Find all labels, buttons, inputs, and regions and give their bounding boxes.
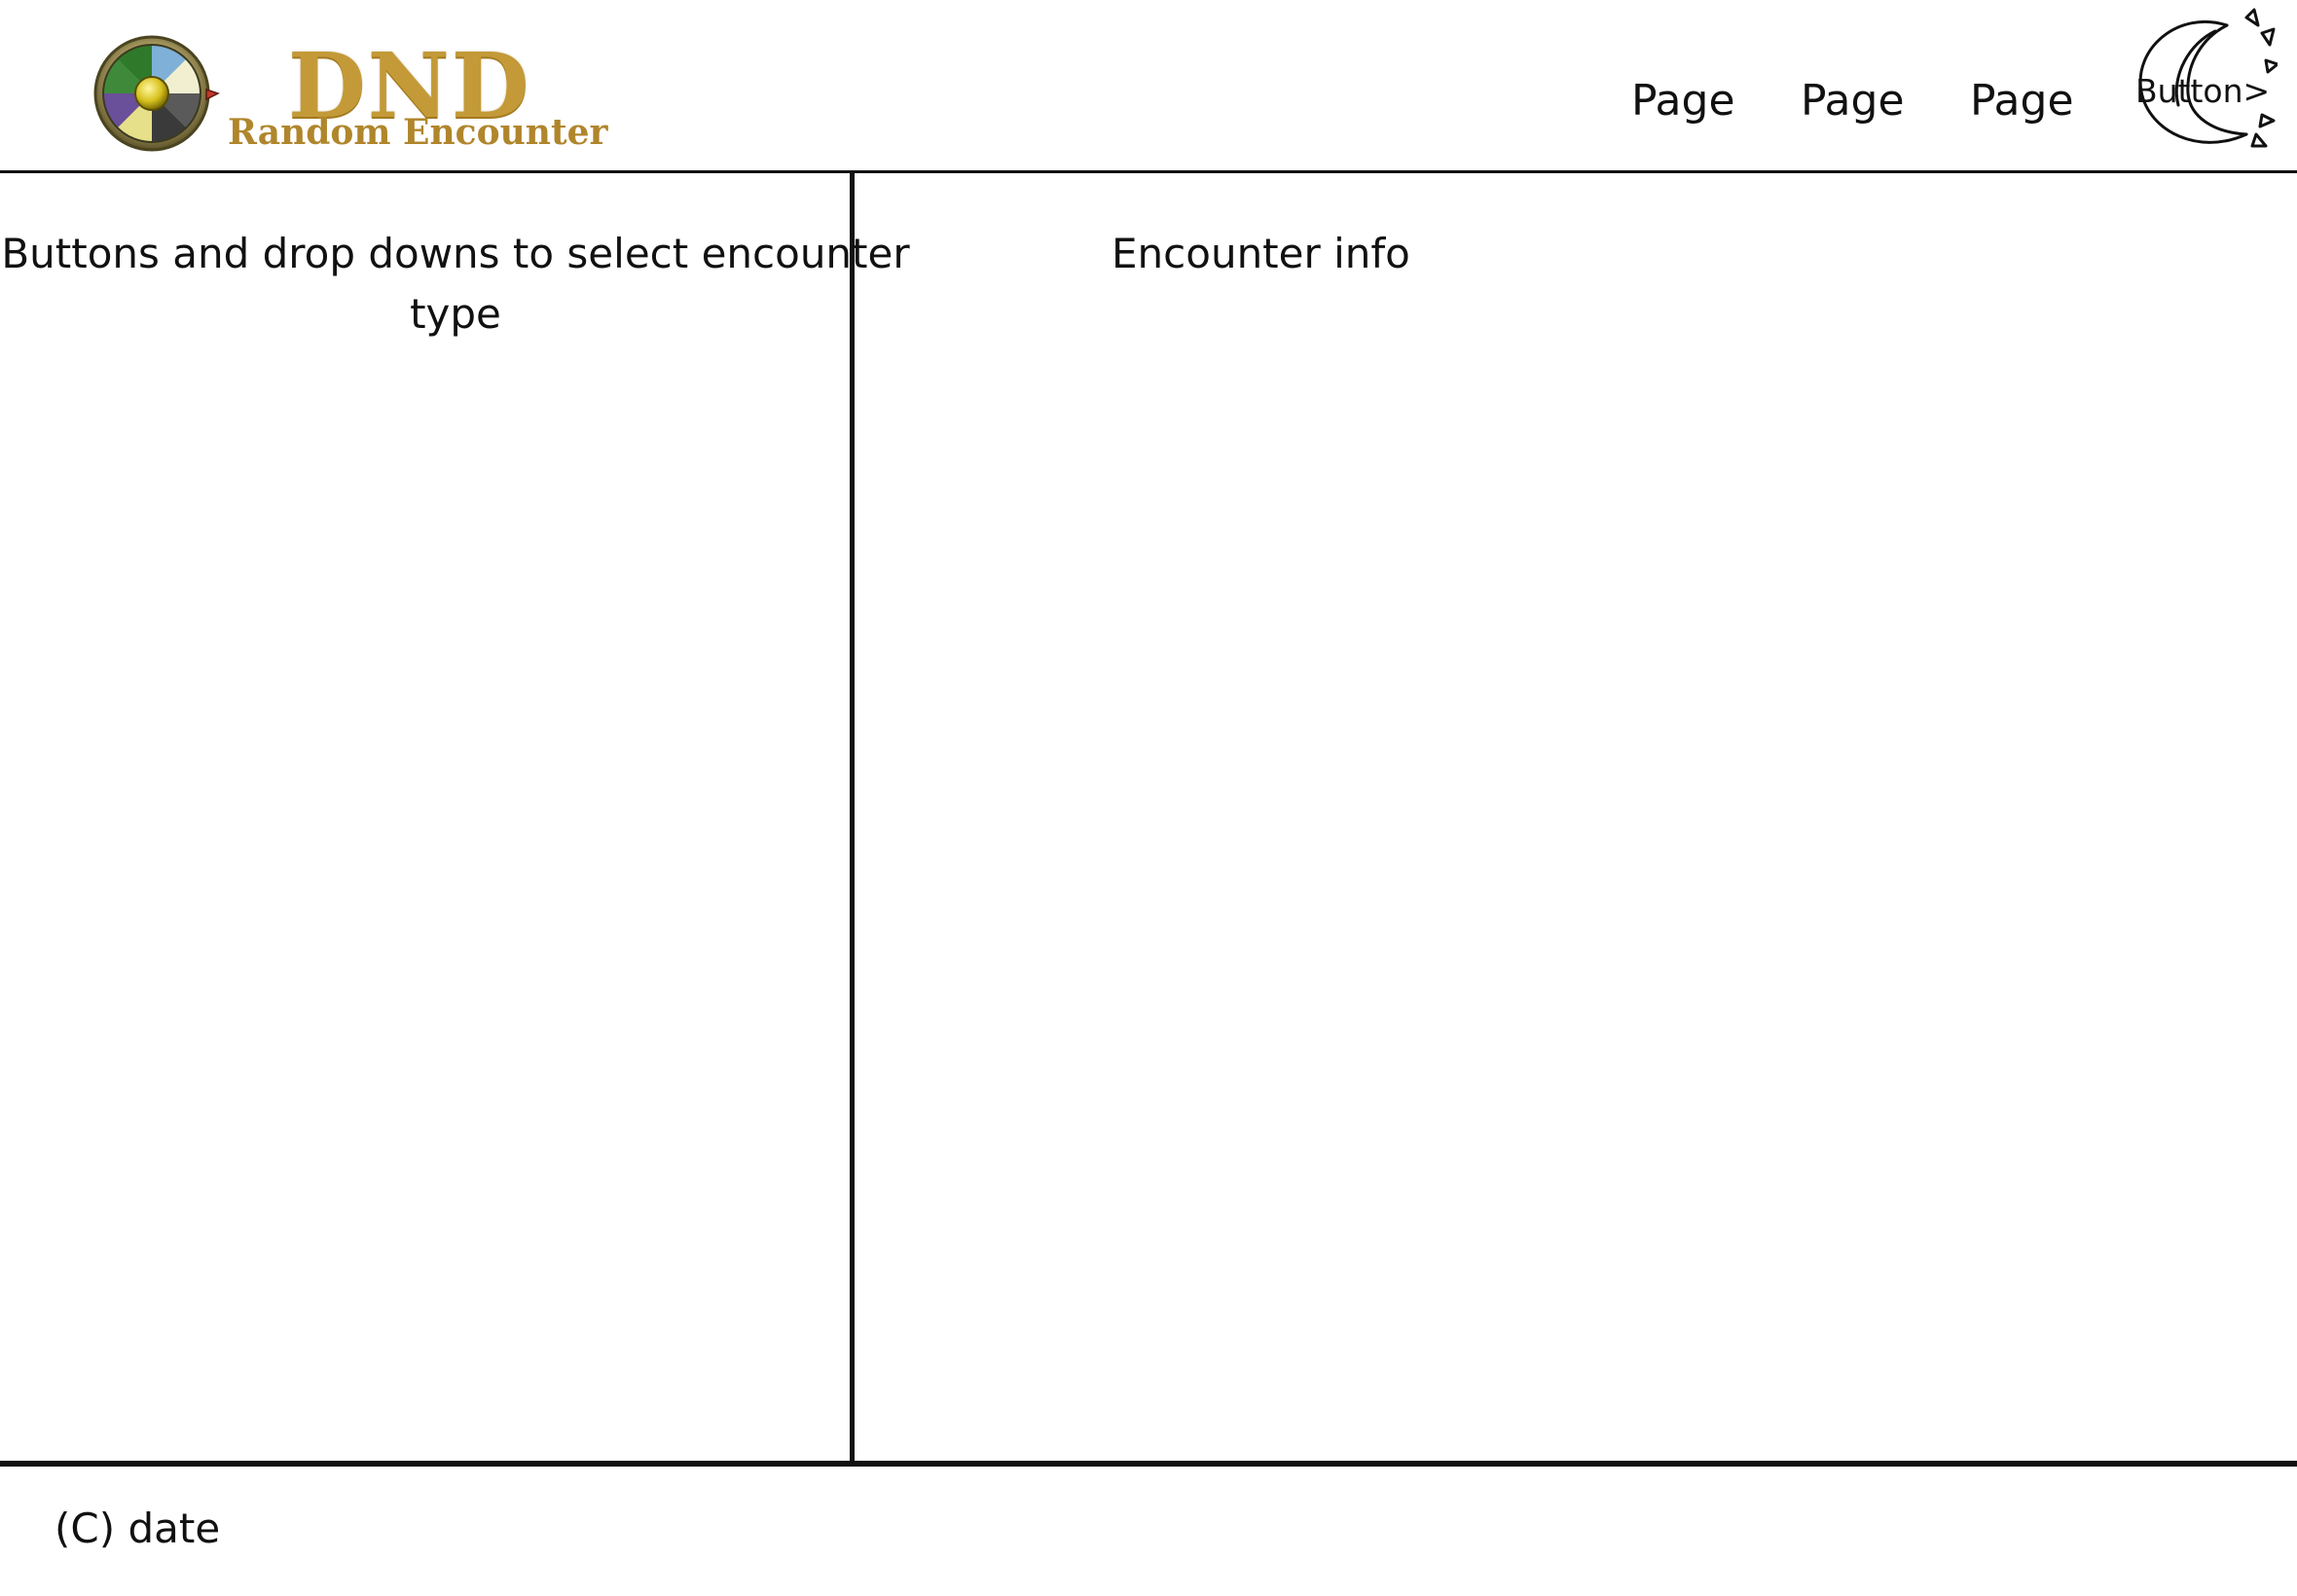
header-bar: DND Random Encounter Page Page Page Butt… xyxy=(0,0,2297,173)
logo-subtitle: Random Encounter xyxy=(228,112,608,153)
encounter-info-panel: Encounter info xyxy=(855,173,2297,1463)
copyright-text: (C) date xyxy=(55,1505,221,1552)
encounter-info-heading: Encounter info xyxy=(1112,230,1410,277)
spinner-wheel-icon xyxy=(93,35,220,152)
header-button-label: Button> xyxy=(2135,72,2271,110)
encounter-type-panel: Buttons and drop downs to select encount… xyxy=(0,173,909,1463)
encounter-type-heading: Buttons and drop downs to select encount… xyxy=(1,230,910,338)
nav-link-page-2[interactable]: Page xyxy=(1801,72,1905,130)
nav-link-page-3[interactable]: Page xyxy=(1970,72,2074,130)
header-action-button[interactable]: Button> xyxy=(2132,8,2278,154)
footer: (C) date xyxy=(0,1467,2297,1596)
site-logo[interactable]: DND Random Encounter xyxy=(93,31,607,158)
wireframe-page: DND Random Encounter Page Page Page Butt… xyxy=(0,0,2297,1596)
nav-link-page-1[interactable]: Page xyxy=(1631,72,1735,130)
